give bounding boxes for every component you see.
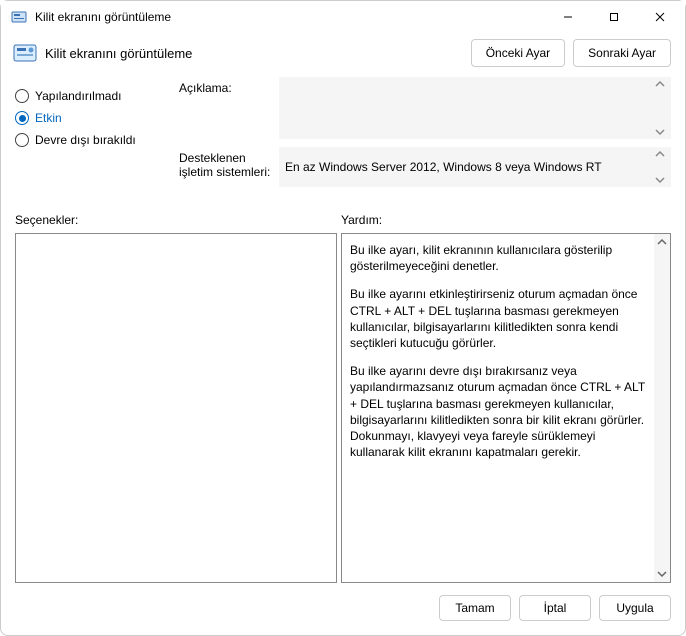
- radio-disabled[interactable]: Devre dışı bırakıldı: [15, 133, 179, 147]
- close-button[interactable]: [637, 2, 683, 32]
- options-panel: [15, 233, 337, 583]
- policy-icon: [13, 41, 37, 65]
- footer: Tamam İptal Uygula: [1, 583, 685, 635]
- description-box[interactable]: [279, 77, 671, 139]
- header-row: Kilit ekranını görüntüleme Önceki Ayar S…: [1, 33, 685, 73]
- page-title: Kilit ekranını görüntüleme: [45, 46, 463, 61]
- chevron-up-icon: [655, 149, 665, 159]
- description-scrollbar[interactable]: [655, 79, 669, 137]
- help-panel: Bu ilke ayarı, kilit ekranının kullanıcı…: [341, 233, 671, 583]
- section-labels: Seçenekler: Yardım:: [1, 195, 685, 233]
- chevron-down-icon: [655, 175, 665, 185]
- help-paragraph: Bu ilke ayarı, kilit ekranının kullanıcı…: [350, 242, 646, 274]
- maximize-button[interactable]: [591, 2, 637, 32]
- config-area: Yapılandırılmadı Etkin Devre dışı bırakı…: [1, 73, 685, 195]
- supported-os-text: En az Windows Server 2012, Windows 8 vey…: [285, 160, 602, 174]
- radio-enabled[interactable]: Etkin: [15, 111, 179, 125]
- supported-os-box[interactable]: En az Windows Server 2012, Windows 8 vey…: [279, 147, 671, 187]
- radio-icon: [15, 133, 29, 147]
- scroll-up-button[interactable]: [654, 234, 670, 250]
- chevron-up-icon: [655, 79, 665, 89]
- chevron-up-icon: [657, 237, 667, 247]
- titlebar: Kilit ekranını görüntüleme: [1, 1, 685, 33]
- policy-icon-small: [11, 9, 27, 25]
- cancel-button[interactable]: İptal: [519, 595, 591, 621]
- minimize-button[interactable]: [545, 2, 591, 32]
- description-label: Açıklama:: [179, 77, 279, 95]
- radio-icon: [15, 89, 29, 103]
- next-setting-button[interactable]: Sonraki Ayar: [573, 39, 671, 67]
- scroll-down-button[interactable]: [654, 566, 670, 582]
- apply-button[interactable]: Uygula: [599, 595, 671, 621]
- info-column: Açıklama: Desteklenen işletim sistemleri…: [179, 77, 671, 195]
- supported-os-label: Desteklenen işletim sistemleri:: [179, 147, 279, 179]
- window-title: Kilit ekranını görüntüleme: [35, 10, 545, 24]
- help-paragraph: Bu ilke ayarını devre dışı bırakırsanız …: [350, 363, 646, 460]
- radio-label: Yapılandırılmadı: [35, 89, 122, 103]
- radio-label: Devre dışı bırakıldı: [35, 133, 136, 147]
- help-paragraph: Bu ilke ayarını etkinleştirirseniz oturu…: [350, 286, 646, 351]
- chevron-down-icon: [655, 127, 665, 137]
- panels: Bu ilke ayarı, kilit ekranının kullanıcı…: [1, 233, 685, 583]
- options-label: Seçenekler:: [15, 213, 341, 227]
- radio-label: Etkin: [35, 111, 62, 125]
- radio-icon: [15, 111, 29, 125]
- chevron-down-icon: [657, 569, 667, 579]
- radio-group: Yapılandırılmadı Etkin Devre dışı bırakı…: [15, 77, 179, 195]
- previous-setting-button[interactable]: Önceki Ayar: [471, 39, 565, 67]
- help-label: Yardım:: [341, 213, 382, 227]
- ok-button[interactable]: Tamam: [439, 595, 511, 621]
- os-scrollbar[interactable]: [655, 149, 669, 185]
- help-scrollbar[interactable]: [654, 234, 670, 582]
- radio-not-configured[interactable]: Yapılandırılmadı: [15, 89, 179, 103]
- help-text: Bu ilke ayarı, kilit ekranının kullanıcı…: [342, 234, 654, 582]
